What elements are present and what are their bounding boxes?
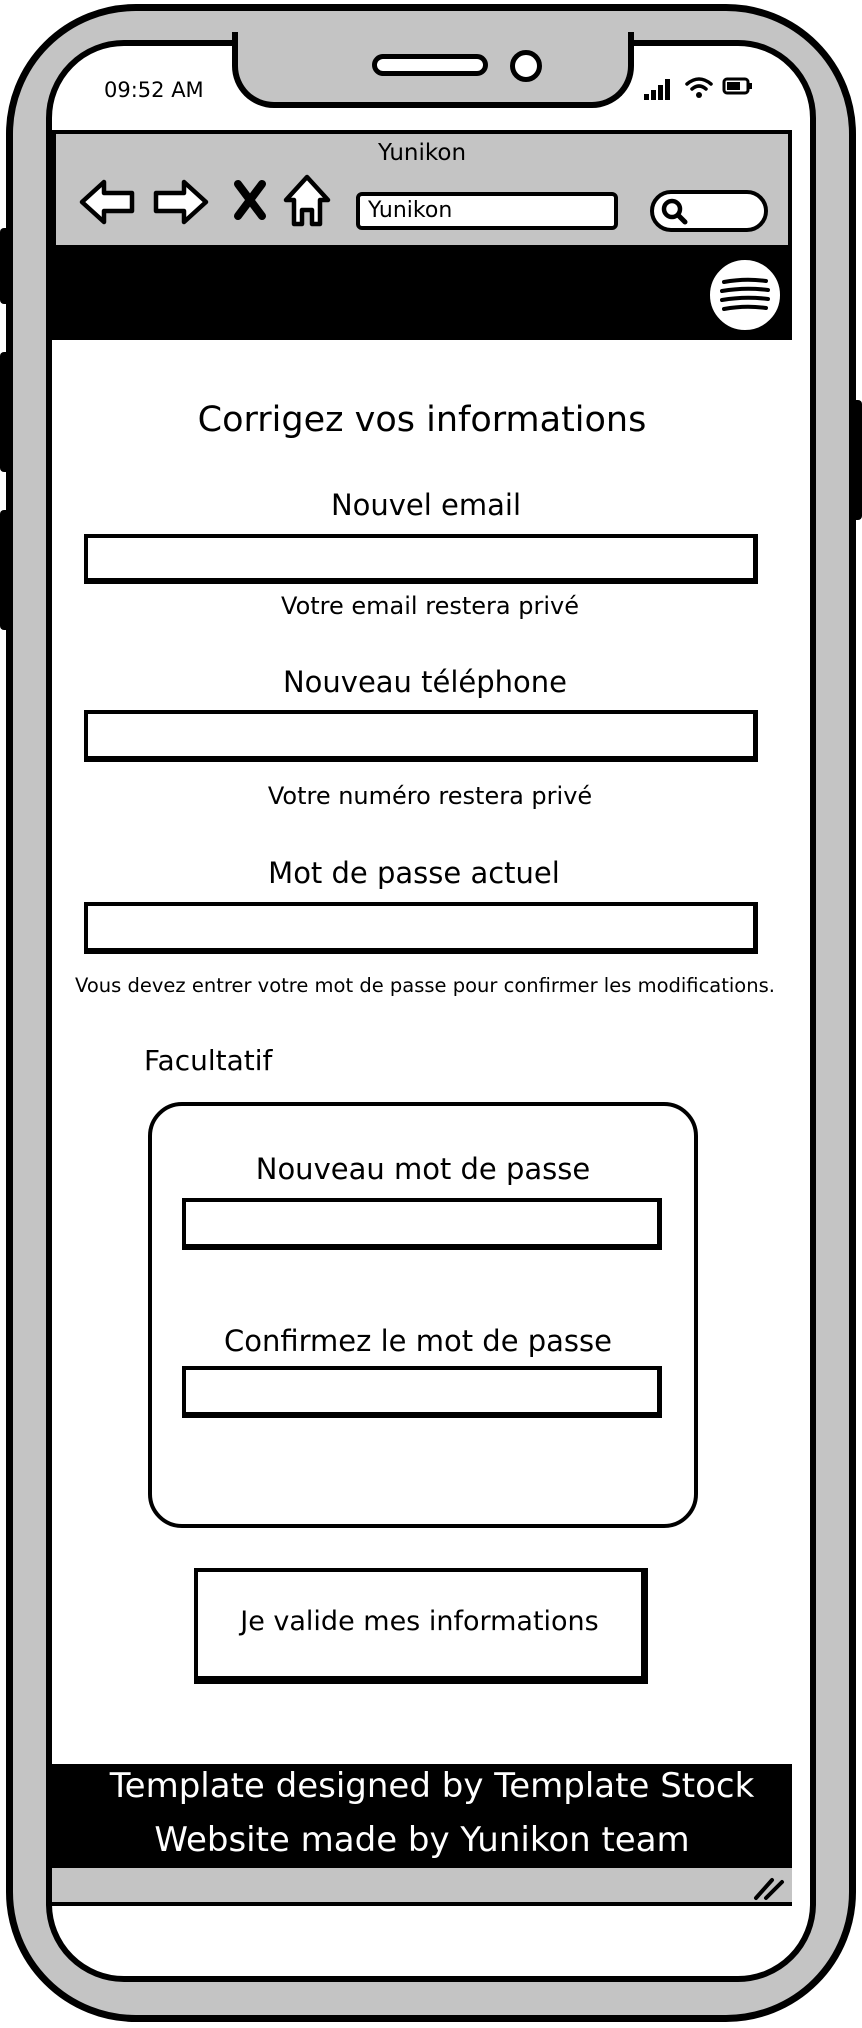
confirm-password-field[interactable]	[182, 1366, 662, 1418]
submit-button[interactable]: Je valide mes informations	[194, 1568, 648, 1684]
phone-label: Nouveau téléphone	[282, 665, 568, 699]
phone-volume-up-button	[0, 352, 10, 472]
forward-arrow-icon[interactable]	[152, 178, 210, 226]
optional-section-label: Facultatif	[144, 1044, 273, 1077]
search-icon[interactable]	[660, 197, 688, 225]
email-hint: Votre email restera privé	[281, 592, 579, 620]
current-password-label: Mot de passe actuel	[268, 856, 560, 890]
status-time: 09:52 AM	[104, 78, 204, 102]
phone-camera	[510, 50, 542, 82]
phone-side-button	[0, 228, 10, 304]
browser-tab-title: Yunikon	[377, 140, 467, 166]
home-icon[interactable]	[282, 172, 332, 228]
email-field[interactable]	[84, 534, 758, 584]
phone-field[interactable]	[84, 710, 758, 762]
current-password-field[interactable]	[84, 902, 758, 954]
phone-mockup: 09:52 AM Yunikon Yunikon Corrigez vos in…	[0, 0, 862, 2028]
email-label: Nouvel email	[330, 488, 522, 522]
phone-hint: Votre numéro restera privé	[267, 782, 593, 810]
page-title: Corrigez vos informations	[197, 400, 647, 440]
wifi-icon	[685, 77, 713, 98]
current-password-hint: Vous devez entrer votre mot de passe pou…	[75, 974, 775, 997]
footer-credit-template: Template designed by Template Stock	[109, 1766, 755, 1806]
phone-volume-down-button	[0, 510, 10, 630]
back-arrow-icon[interactable]	[78, 178, 136, 226]
new-password-field[interactable]	[182, 1198, 662, 1250]
phone-speaker	[372, 54, 488, 76]
phone-power-button	[852, 400, 862, 520]
site-header	[52, 248, 792, 340]
hamburger-menu-icon	[720, 277, 770, 311]
address-bar[interactable]: Yunikon	[356, 192, 618, 230]
new-password-label: Nouveau mot de passe	[255, 1152, 591, 1186]
confirm-password-label: Confirmez le mot de passe	[224, 1324, 612, 1358]
close-icon[interactable]	[232, 178, 268, 222]
battery-icon	[722, 77, 752, 95]
browser-status-strip	[52, 1868, 792, 1906]
resize-grip-icon[interactable]	[750, 1874, 786, 1902]
footer-credit-team: Website made by Yunikon team	[154, 1820, 690, 1860]
cellular-signal-icon	[644, 78, 674, 100]
